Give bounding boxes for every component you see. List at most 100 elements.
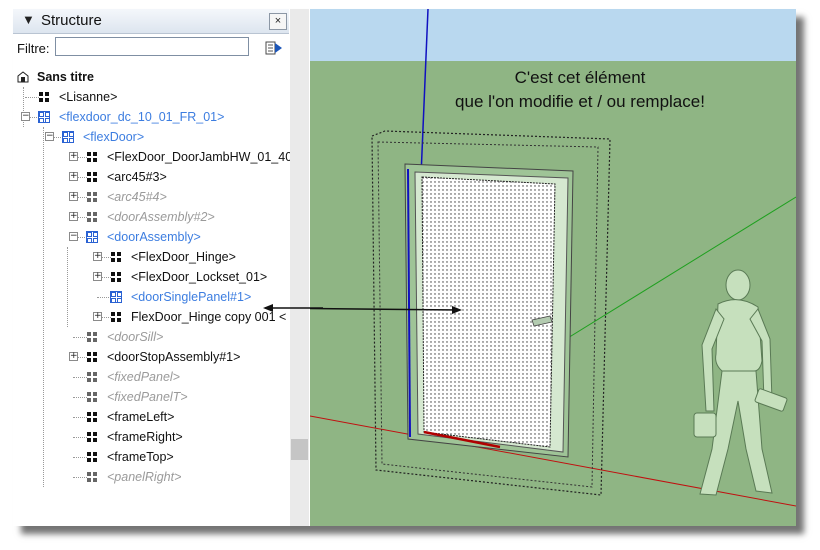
tree-row[interactable]: − <doorAssembly> [13,227,291,247]
component-icon [38,111,50,123]
expand-icon[interactable]: + [69,212,78,221]
component-icon [87,372,97,382]
tree-row[interactable]: + FlexDoor_Hinge copy 001 < [13,307,291,327]
expand-icon[interactable]: + [69,352,78,361]
component-icon [87,432,97,442]
tree-row-label: <flexDoor> [83,130,145,144]
tree-row[interactable]: + <FlexDoor_DoorJambHW_01_40 [13,147,291,167]
panel-title-bar[interactable]: ▼ Structure [13,9,289,34]
tree-row-label: <fixedPanelT> [107,390,188,404]
model-root-icon [17,71,29,83]
tree-branch-line [25,97,39,98]
tree-branch-line [73,477,87,478]
tree-branch-line [73,417,87,418]
tree-row[interactable]: + <FlexDoor_Lockset_01> [13,267,291,287]
annotation-text: C'est cet élément que l'on modifie et / … [380,66,780,114]
component-icon [39,92,49,102]
tree-row-label: <frameRight> [107,430,183,444]
component-icon [87,472,97,482]
collapse-icon[interactable]: − [21,112,30,121]
component-icon [111,252,121,262]
details-arrow-icon[interactable] [265,39,283,57]
tree-branch-line [73,377,87,378]
vertical-scrollbar[interactable] [290,9,309,526]
tree-row[interactable]: <panelRight> [13,467,291,487]
tree-branch-line [73,457,87,458]
component-icon [86,231,98,243]
tree-row[interactable]: − <flexdoor_dc_10_01_FR_01> [13,107,291,127]
tree-branch-line [97,297,111,298]
component-icon [62,131,74,143]
tree-row-label: <frameTop> [107,450,174,464]
tree-row[interactable]: + <doorStopAssembly#1> [13,347,291,367]
expand-icon[interactable]: + [93,312,102,321]
tree-row-label: <FlexDoor_DoorJambHW_01_40 [107,150,291,164]
component-icon [111,312,121,322]
tree-row[interactable]: <frameRight> [13,427,291,447]
tree-row-label: <panelRight> [107,470,182,484]
tree-row-label: <doorAssembly> [107,230,201,244]
expand-icon[interactable]: + [69,192,78,201]
tree-row-label: <flexdoor_dc_10_01_FR_01> [59,110,225,124]
component-icon [87,212,97,222]
tree-row[interactable]: <frameTop> [13,447,291,467]
outliner-panel: ▼ Structure × Filtre: Sans titre <Lisanne… [13,9,311,526]
tree-row[interactable]: + <arc45#3> [13,167,291,187]
annotation-arrow-tail [263,304,323,312]
tree-row-label: <doorStopAssembly#1> [107,350,241,364]
door-single-panel[interactable] [421,176,556,448]
tree-row-label: <Lisanne> [59,90,118,104]
tree-row-label: <doorSill> [107,330,164,344]
tree-row-label: <fixedPanel> [107,370,180,384]
component-icon [111,272,121,282]
tree-row-label: <doorSinglePanel#1> [131,290,252,304]
component-icon [87,332,97,342]
tree-branch-line [73,437,87,438]
tree-row[interactable]: + <doorAssembly#2> [13,207,291,227]
tree-row-label: <doorAssembly#2> [107,210,215,224]
tree-row-label: <FlexDoor_Lockset_01> [131,270,268,284]
tree-row[interactable]: <doorSinglePanel#1> [13,287,291,307]
scrollbar-thumb[interactable] [291,439,308,460]
tree-row[interactable]: + <FlexDoor_Hinge> [13,247,291,267]
tree-row[interactable]: <fixedPanel> [13,367,291,387]
component-icon [87,152,97,162]
tree-row-label: <arc45#3> [107,170,167,184]
tree-row-label: Sans titre [37,70,94,84]
filter-label: Filtre: [17,41,50,56]
expand-icon[interactable]: + [93,272,102,281]
tree-root-row[interactable]: Sans titre [13,67,291,87]
component-icon [87,452,97,462]
filter-input[interactable] [55,37,249,56]
component-icon [87,192,97,202]
tree-row[interactable]: <frameLeft> [13,407,291,427]
annotation-line-1: C'est cet élément [514,68,646,87]
annotation-line-2: que l'on modifie et / ou remplace! [455,92,705,111]
expand-icon[interactable]: + [93,252,102,261]
component-icon [87,392,97,402]
tree-row[interactable]: <fixedPanelT> [13,387,291,407]
tree-row-label: <frameLeft> [107,410,175,424]
expand-icon[interactable]: + [69,172,78,181]
tree-branch-line [73,397,87,398]
panel-title: Structure [41,12,102,29]
tree-row-label: <arc45#4> [107,190,167,204]
component-icon [87,352,97,362]
component-icon [110,291,122,303]
close-icon[interactable]: × [269,13,287,30]
tree-row[interactable]: <Lisanne> [13,87,291,107]
component-icon [87,172,97,182]
tree-branch-line [73,337,87,338]
collapse-icon[interactable]: − [45,132,54,141]
collapse-icon[interactable]: − [69,232,78,241]
filter-row: Filtre: [13,35,309,61]
sky [310,9,796,61]
tree-row[interactable]: <doorSill> [13,327,291,347]
component-icon [87,412,97,422]
tree-row-label: <FlexDoor_Hinge> [131,250,236,264]
tree-row[interactable]: − <flexDoor> [13,127,291,147]
outliner-tree: Sans titre <Lisanne> − <flexdoor_dc_10_01_F… [13,67,291,526]
collapse-triangle-icon[interactable]: ▼ [22,12,35,27]
tree-row[interactable]: + <arc45#4> [13,187,291,207]
expand-icon[interactable]: + [69,152,78,161]
